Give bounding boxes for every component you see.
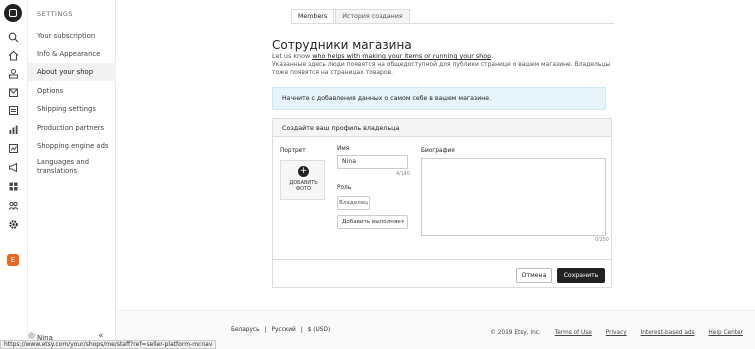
page-description: Указанные здесь люди появятся на общедос… [272,61,611,76]
settings-icon[interactable] [5,216,21,232]
name-label: Имя [337,146,350,152]
sidebar-item-info-appearance[interactable]: Info & Appearance [28,45,116,63]
card-header: Создайте ваш профиль владельца [273,119,611,137]
main-content: Members История создания Сотрудники мага… [117,0,755,349]
sidebar-item-options[interactable]: Options [28,82,116,100]
copyright: © 2019 Etsy, Inc. [490,330,541,336]
icon-rail: E [0,0,28,349]
marketing-icon[interactable] [5,140,21,156]
sidebar-item-about-your-shop[interactable]: About your shop [28,63,116,81]
locale-settings[interactable]: Беларусь | Русский | $ (USD) [231,327,335,333]
subtitle-prefix: Let us know [272,52,313,60]
integrations-icon[interactable] [5,178,21,194]
currency-label[interactable]: $ (USD) [308,327,330,333]
add-photo-line2: ФОТО [295,186,312,192]
bio-textarea[interactable] [421,158,606,236]
chevron-down-icon: ▾ [401,219,404,225]
region-label[interactable]: Беларусь [231,327,260,333]
info-banner: Начните с добавления данных о самом себе… [272,87,606,110]
etsy-logo-icon[interactable] [4,4,22,22]
name-counter: 4/140 [396,172,410,177]
page-title: Сотрудники магазина [272,38,412,52]
search-icon[interactable] [5,29,21,45]
add-photo-label: ДОБАВИТЬ ФОТО [281,180,326,192]
separator: | [300,327,303,333]
subtitle-suffix: . [491,52,494,60]
megaphone-icon[interactable] [5,159,21,175]
plus-icon: + [298,166,309,177]
bio-label: Биография [421,148,455,154]
avatar[interactable] [28,332,35,339]
cancel-button[interactable]: Отмена [516,268,552,283]
terms-link[interactable]: Terms of Use [555,330,592,336]
bio-counter: 0/250 [595,238,609,243]
tab-members[interactable]: Members [291,9,335,23]
sidebar-item-your-subscription[interactable]: Your subscription [28,27,116,45]
language-label[interactable]: Русский [271,327,295,333]
sidebar-item-shipping-settings[interactable]: Shipping settings [28,100,116,118]
role-select[interactable]: Добавить выполняе ▾ [337,215,408,229]
listings-icon[interactable] [5,65,21,81]
owner-profile-card: Создайте ваш профиль владельца Портрет +… [272,118,612,288]
save-button[interactable]: Сохранить [557,268,605,283]
name-input[interactable]: Nina [337,155,408,169]
card-footer: Отмена Сохранить [273,259,611,288]
orders-icon[interactable] [5,84,21,100]
stats-icon[interactable] [5,121,21,137]
portrait-label: Портрет [280,148,306,154]
who-helps-link[interactable]: who helps with making your items or runn… [312,52,491,60]
tab-bar: Members История создания [291,9,614,24]
status-bar-url: https://www.etsy.com/your/shops/me/staff… [0,340,217,349]
sidebar-item-production-partners[interactable]: Production partners [28,119,116,137]
add-photo-button[interactable]: + ДОБАВИТЬ ФОТО [280,160,325,200]
footer-links: © 2019 Etsy, Inc. Terms of Use Privacy I… [478,330,743,336]
sidebar-item-shopping-engine-ads[interactable]: Shopping engine ads [28,137,116,155]
home-icon[interactable] [5,47,21,63]
role-owner-button[interactable]: Владелец [337,196,370,210]
privacy-link[interactable]: Privacy [606,330,627,336]
tab-history[interactable]: История создания [335,9,410,23]
sidebar-header: SETTINGS [37,10,74,18]
settings-sidebar: SETTINGS Your subscription Info & Appear… [28,0,116,349]
interest-ads-link[interactable]: Interest-based ads [641,330,695,336]
role-label: Роль [337,185,352,191]
help-center-link[interactable]: Help Center [708,330,743,336]
role-select-value: Добавить выполняе [342,219,401,225]
messages-icon[interactable] [5,102,21,118]
sidebar-item-languages-translations[interactable]: Languages and translations [28,156,116,178]
separator: | [264,327,267,333]
community-icon[interactable] [5,197,21,213]
page-subtitle: Let us know who helps with making your i… [272,52,612,60]
etsy-badge-icon[interactable]: E [7,254,19,266]
